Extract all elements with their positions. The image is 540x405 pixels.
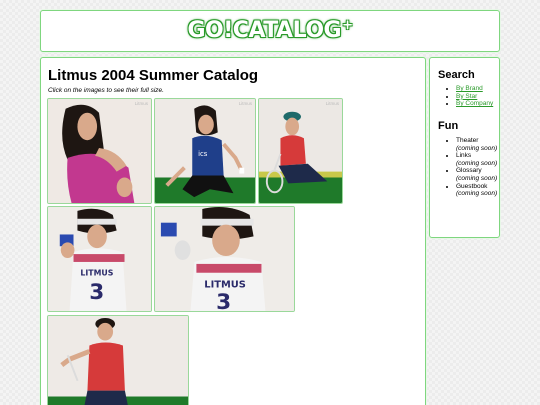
catalog-image-5[interactable]: LITMUS 3 [154,206,295,312]
fun-item-guestbook: Guestbook(coming soon) [456,183,498,198]
search-by-star-link[interactable]: By Star [456,93,477,100]
search-by-star-item: By Star [456,93,498,101]
search-by-company-link[interactable]: By Company [456,100,493,107]
catalog-image-6[interactable] [47,315,189,405]
main-content: Litmus 2004 Summer Catalog Click on the … [40,57,426,405]
svg-text:ics: ics [198,150,208,158]
sidebar: Search By Brand By Star By Company Fun T… [429,57,500,238]
logo-plus-mark: + [342,18,353,33]
search-links: By Brand By Star By Company [450,85,498,108]
image-watermark: Litmus [325,101,339,106]
svg-text:3: 3 [216,290,231,311]
search-heading: Search [438,69,475,81]
fun-list: Theater(coming soon) Links(coming soon) … [450,137,498,198]
svg-text:LITMUS: LITMUS [80,269,113,278]
svg-text:3: 3 [89,280,104,305]
search-by-company-item: By Company [456,100,498,108]
fun-heading: Fun [438,120,459,132]
search-by-brand-item: By Brand [456,85,498,93]
fun-item-glossary: Glossary(coming soon) [456,167,498,182]
catalog-image-3[interactable]: Litmus [258,98,343,204]
catalog-image-2[interactable]: ics Litmus [154,98,256,204]
svg-text:LITMUS: LITMUS [204,279,246,290]
image-watermark: Litmus [238,101,252,106]
image-watermark: Litmus [134,101,148,106]
search-by-brand-link[interactable]: By Brand [456,85,483,92]
catalog-image-4[interactable]: LITMUS 3 [47,206,152,312]
fun-item-theater: Theater(coming soon) [456,137,498,152]
site-logo[interactable]: GO!CATALOG+ [41,18,499,43]
page-title: Litmus 2004 Summer Catalog [48,67,259,84]
instruction-text: Click on the images to see their full si… [48,87,164,94]
catalog-image-1[interactable]: Litmus [47,98,152,204]
fun-item-links: Links(coming soon) [456,152,498,167]
header-panel: GO!CATALOG+ [40,10,500,52]
